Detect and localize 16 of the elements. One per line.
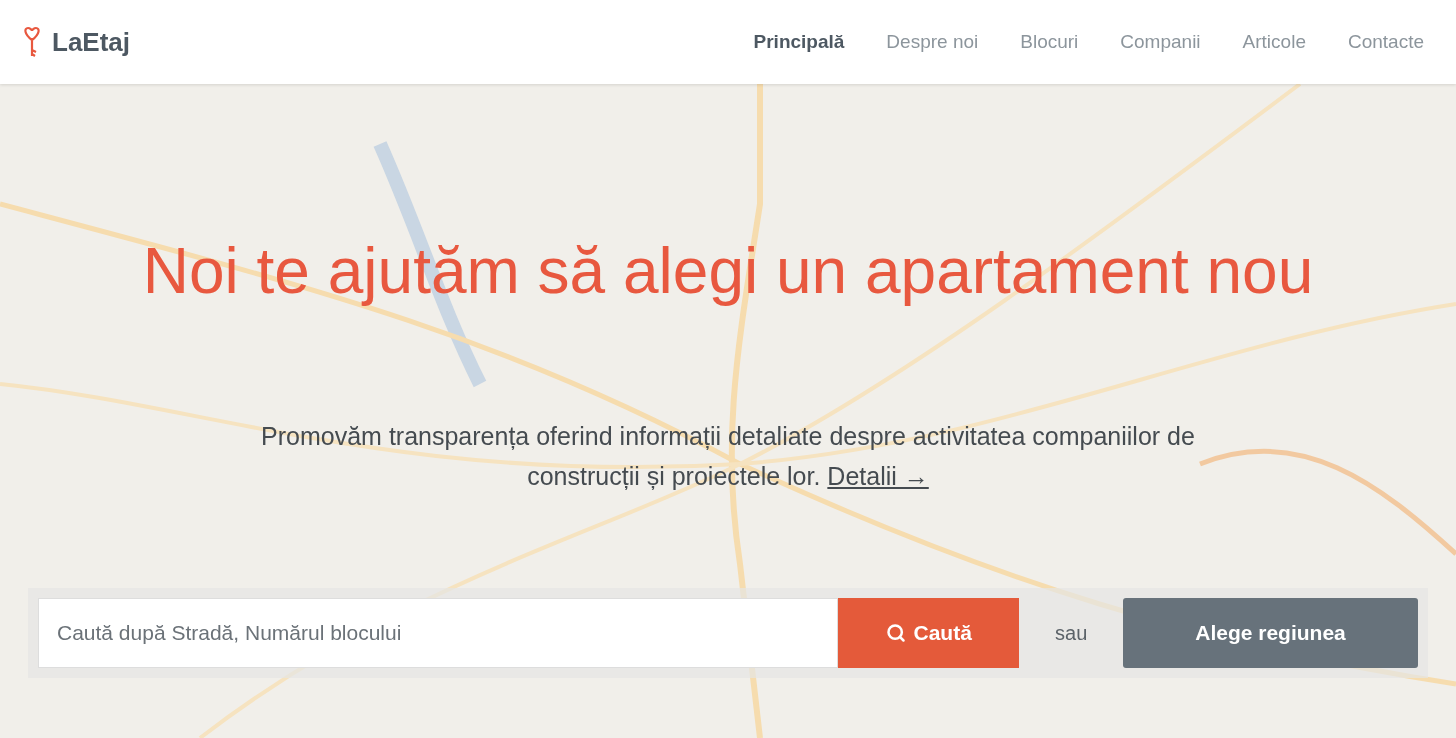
separator-text: sau	[1054, 621, 1089, 645]
search-icon	[885, 623, 906, 643]
heart-key-icon	[22, 26, 42, 58]
search-button[interactable]: Caută	[838, 598, 1020, 668]
hero-subtitle: Promovăm transparența oferind informații detaliate despre activitatea companiilor de construcții și proiectele lor. Detalii →	[260, 421, 1196, 492]
nav-link[interactable]: Despre noi	[886, 31, 979, 53]
region-button[interactable]: Alege regiunea	[1123, 598, 1418, 668]
nav-link[interactable]: Blocuri	[1020, 31, 1079, 53]
details-link[interactable]: Detalii →	[827, 462, 929, 490]
logo-text[interactable]: LaEtaj	[52, 26, 131, 58]
nav-link[interactable]: Companii	[1120, 31, 1201, 53]
nav-link[interactable]: Articole	[1242, 31, 1306, 53]
nav-link[interactable]: Principală	[753, 31, 845, 53]
nav-link[interactable]: Contacte	[1347, 31, 1424, 53]
search-field[interactable]: Caută după Stradă, Numărul blocului	[38, 598, 838, 668]
hero-title: Noi te ajutăm să alegi un apartament nou	[142, 234, 1314, 308]
